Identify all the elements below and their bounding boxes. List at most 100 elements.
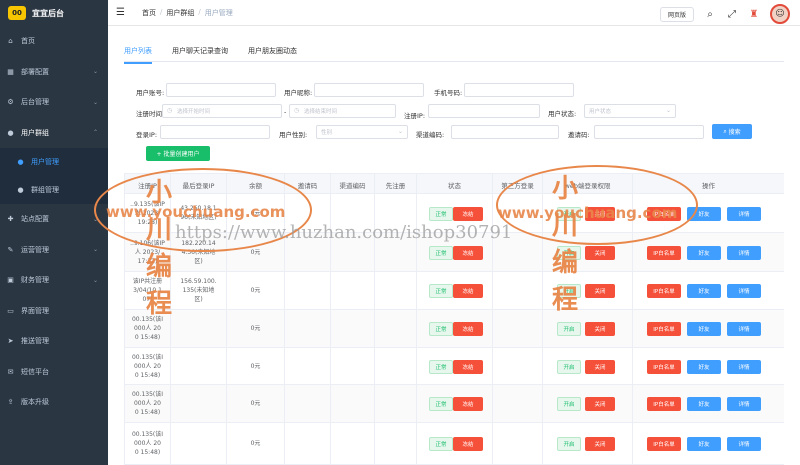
web-enable-button[interactable]: 开启 <box>557 322 581 336</box>
cell-first-reg <box>375 385 417 422</box>
hamburger-icon[interactable]: ☰ <box>116 7 130 18</box>
detail-button[interactable]: 详情 <box>727 284 761 298</box>
friends-button[interactable]: 好友 <box>687 245 721 260</box>
ip-whitelist-button[interactable]: IP白名单 <box>647 284 681 298</box>
cell-first-reg <box>375 423 417 464</box>
detail-button[interactable]: 详情 <box>727 206 761 221</box>
batch-create-button[interactable]: + 批量创建用户 <box>146 146 210 161</box>
web-disable-button[interactable]: 关闭 <box>585 397 615 411</box>
detail-button[interactable]: 详情 <box>727 437 761 451</box>
freeze-button[interactable]: 冻结 <box>453 245 483 260</box>
sidebar-item-ui[interactable]: ▭ 界面管理 <box>0 296 108 327</box>
ip-whitelist-button[interactable]: IP白名单 <box>647 322 681 336</box>
web-enable-button[interactable]: 开启 <box>557 245 581 260</box>
friends-button[interactable]: 好友 <box>687 206 721 221</box>
start-time-input[interactable]: ◷ 选择开始时间 <box>162 104 282 118</box>
avatar[interactable]: ☺ <box>770 4 790 24</box>
detail-button[interactable]: 详情 <box>727 322 761 336</box>
notification-icon[interactable]: ♜ <box>748 9 760 20</box>
ip-whitelist-button[interactable]: IP白名单 <box>647 206 681 221</box>
friends-button[interactable]: 好友 <box>687 397 721 411</box>
web-disable-button[interactable]: 关闭 <box>585 437 615 451</box>
friends-button[interactable]: 好友 <box>687 437 721 451</box>
web-enable-button[interactable]: 开启 <box>557 437 581 451</box>
sidebar-item-sms[interactable]: ✉ 短信平台 <box>0 357 108 388</box>
chat-icon: ✉ <box>7 367 14 376</box>
web-disable-button[interactable]: 关闭 <box>585 359 615 374</box>
nickname-input[interactable] <box>314 83 424 97</box>
status-normal-button[interactable]: 正常 <box>429 397 453 411</box>
ip-whitelist-button[interactable]: IP白名单 <box>647 437 681 451</box>
cell-channel <box>331 233 375 271</box>
sidebar-item-finance[interactable]: ▣ 财务管理 ⌄ <box>0 265 108 296</box>
sidebar-item-upgrade[interactable]: ⇪ 版本升级 <box>0 387 108 418</box>
table-row: 00.135(该I 000人 20 0 15:48) 0元 正常 冻结 开启 关闭 IP白名… <box>125 423 784 465</box>
account-input[interactable] <box>166 83 276 97</box>
sidebar-item-user-manage[interactable]: ● 用户管理 <box>0 148 108 176</box>
sidebar-item-ops[interactable]: ✎ 运营管理 ⌄ <box>0 235 108 266</box>
web-disable-button[interactable]: 关闭 <box>585 245 615 260</box>
search-button[interactable]: ⌕ 搜索 <box>712 124 752 139</box>
regip-input[interactable] <box>428 104 540 118</box>
cell-first-reg <box>375 233 417 271</box>
web-enable-button[interactable]: 开启 <box>557 206 581 221</box>
friends-button[interactable]: 好友 <box>687 359 721 374</box>
table-header: 注册IP 最后登录IP 余额 邀请码 渠道编码 先注册 状态 第三方登录 web… <box>125 173 784 195</box>
freeze-button[interactable]: 冻结 <box>453 437 483 451</box>
web-enable-button[interactable]: 开启 <box>557 397 581 411</box>
cell-reg-ip: ..9.135(该IP 人 2023/ 19:28) <box>125 194 171 232</box>
detail-button[interactable]: 详情 <box>727 245 761 260</box>
freeze-button[interactable]: 冻结 <box>453 284 483 298</box>
ip-whitelist-button[interactable]: IP白名单 <box>647 245 681 260</box>
web-disable-button[interactable]: 关闭 <box>585 284 615 298</box>
sidebar-item-home[interactable]: ⌂ 首页 <box>0 26 108 57</box>
web-disable-button[interactable]: 关闭 <box>585 206 615 221</box>
loginip-input[interactable] <box>160 125 270 139</box>
status-select[interactable]: 用户状态 ⌄ <box>584 104 676 118</box>
freeze-button[interactable]: 冻结 <box>453 322 483 336</box>
detail-button[interactable]: 详情 <box>727 359 761 374</box>
cell-last-ip: 156.59.100. 135(未知地 区) <box>171 272 227 309</box>
ip-whitelist-button[interactable]: IP白名单 <box>647 397 681 411</box>
cell-channel <box>331 310 375 347</box>
status-normal-button[interactable]: 正常 <box>429 206 453 221</box>
freeze-button[interactable]: 冻结 <box>453 359 483 374</box>
sidebar-item-site[interactable]: ✚ 站点配置 ⌄ <box>0 204 108 235</box>
invitecode-input[interactable] <box>594 125 704 139</box>
channel-input[interactable] <box>451 125 559 139</box>
friends-button[interactable]: 好友 <box>687 284 721 298</box>
status-normal-button[interactable]: 正常 <box>429 245 453 260</box>
status-normal-button[interactable]: 正常 <box>429 359 453 374</box>
freeze-button[interactable]: 冻结 <box>453 206 483 221</box>
cell-last-ip <box>171 348 227 384</box>
friends-button[interactable]: 好友 <box>687 322 721 336</box>
end-time-input[interactable]: ◷ 选择结束时间 <box>289 104 396 118</box>
sidebar-item-deploy[interactable]: ▦ 部署配置 ⌄ <box>0 57 108 88</box>
sidebar-item-push[interactable]: ➤ 推送管理 <box>0 326 108 357</box>
phone-input[interactable] <box>464 83 574 97</box>
cell-third-party <box>493 348 543 384</box>
topbar: ☰ 首页 / 用户群组 / 用户管理 网页版 ⌕ ⤢ ♜ ☺ <box>108 0 800 26</box>
fullscreen-icon[interactable]: ⤢ <box>726 9 738 20</box>
web-enable-button[interactable]: 开启 <box>557 284 581 298</box>
web-version-button[interactable]: 网页版 <box>659 6 694 22</box>
ip-whitelist-button[interactable]: IP白名单 <box>647 359 681 374</box>
search-icon[interactable]: ⌕ <box>704 9 716 20</box>
sidebar-item-user-group[interactable]: ● 用户群组 ⌃ <box>0 118 108 149</box>
detail-button[interactable]: 详情 <box>727 397 761 411</box>
gender-select[interactable]: 性别 ⌄ <box>316 125 408 139</box>
web-enable-button[interactable]: 开启 <box>557 359 581 374</box>
sidebar-item-group-manage[interactable]: ● 群组管理 <box>0 176 108 204</box>
sidebar-item-admin[interactable]: ⚙ 后台管理 ⌄ <box>0 87 108 118</box>
web-disable-button[interactable]: 关闭 <box>585 322 615 336</box>
breadcrumb-home[interactable]: 首页 <box>142 8 156 18</box>
cell-reg-ip: 00.135(该I 000人 20 0 15:48) <box>125 423 171 464</box>
breadcrumb-group[interactable]: 用户群组 <box>166 8 194 18</box>
logo: 00 宜宜后台 <box>0 0 108 26</box>
status-normal-button[interactable]: 正常 <box>429 437 453 451</box>
table-row: ..9.135(该IP 人 2023/ 19:28) 43.250.18.1 96… <box>125 194 784 233</box>
freeze-button[interactable]: 冻结 <box>453 397 483 411</box>
status-normal-button[interactable]: 正常 <box>429 284 453 298</box>
status-normal-button[interactable]: 正常 <box>429 322 453 336</box>
cell-first-reg <box>375 348 417 384</box>
